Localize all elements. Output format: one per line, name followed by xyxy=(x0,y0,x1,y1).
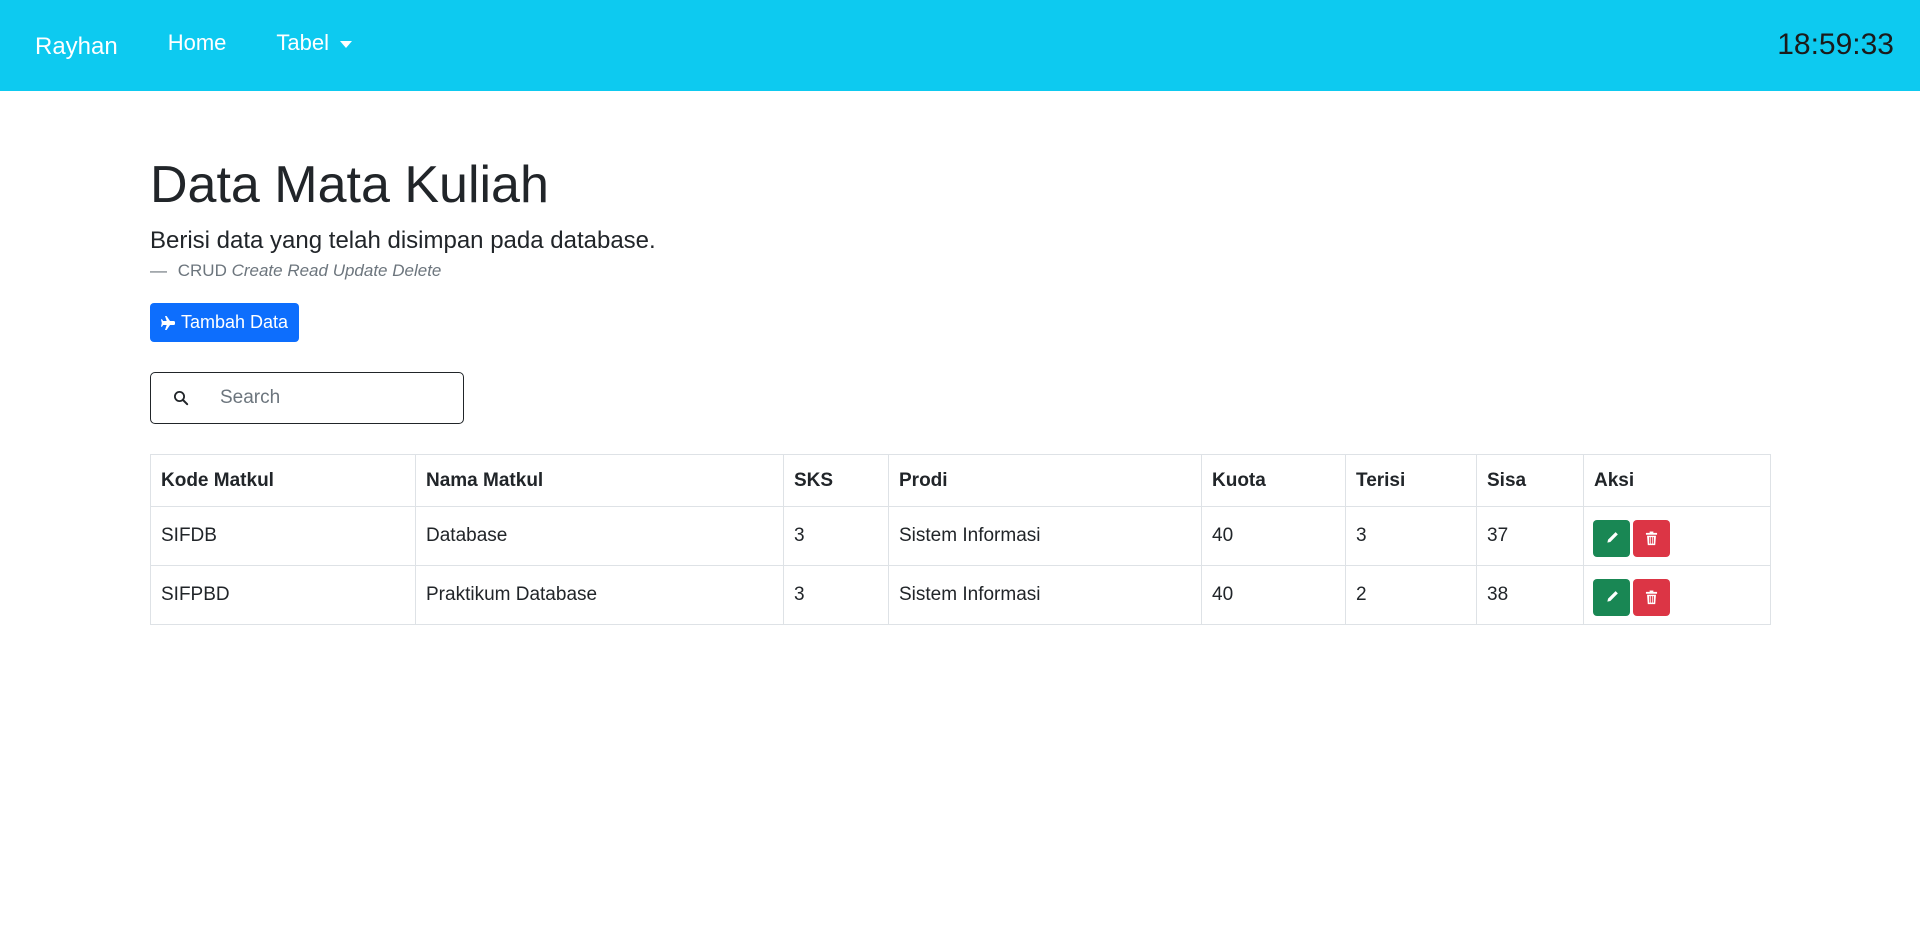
cell-kuota: 40 xyxy=(1201,565,1346,625)
clock: 18:59:33 xyxy=(1777,28,1894,61)
nav-link-home-label: Home xyxy=(167,29,227,55)
nav-dropdown-tabel-label: Tabel xyxy=(276,29,330,55)
column-header-aksi: Aksi xyxy=(1583,454,1771,507)
edit-button[interactable] xyxy=(1593,578,1630,616)
em-dash: — xyxy=(150,261,167,280)
search-icon xyxy=(174,391,189,406)
navbar-brand[interactable]: Rayhan xyxy=(35,33,118,61)
cell-sisa: 38 xyxy=(1476,565,1584,625)
add-data-label: Tambah Data xyxy=(181,312,289,332)
cell-kode: SIFDB xyxy=(150,506,416,566)
column-header-kode: Kode Matkul xyxy=(150,454,416,507)
pencil-icon xyxy=(1606,532,1618,543)
cell-nama: Praktikum Database xyxy=(415,565,784,625)
add-data-button[interactable]: Tambah Data xyxy=(150,303,300,342)
blockquote-footer: — CRUD Create Read Update Delete xyxy=(150,260,1770,282)
column-header-sks: SKS xyxy=(783,454,889,507)
page-lead: Berisi data yang telah disimpan pada dat… xyxy=(150,227,656,254)
cell-kuota: 40 xyxy=(1201,506,1346,566)
cell-sks: 3 xyxy=(783,565,889,625)
cell-terisi: 3 xyxy=(1345,506,1477,566)
caret-down-icon xyxy=(340,40,353,48)
table-header-row: Kode Matkul Nama Matkul SKS Prodi Kuota … xyxy=(150,454,1771,507)
plane-icon xyxy=(161,315,175,330)
cell-prodi: Sistem Informasi xyxy=(888,565,1202,625)
cell-kode: SIFPBD xyxy=(150,565,416,625)
footer-prefix: CRUD xyxy=(177,261,227,280)
cell-sks: 3 xyxy=(783,506,889,566)
table-row: SIFDB Database 3 Sistem Informasi 40 3 3… xyxy=(150,506,1771,566)
cell-aksi xyxy=(1583,565,1771,625)
cell-terisi: 2 xyxy=(1345,565,1477,625)
column-header-prodi: Prodi xyxy=(888,454,1202,507)
column-header-sisa: Sisa xyxy=(1476,454,1584,507)
main-container: Data Mata Kuliah Berisi data yang telah … xyxy=(150,91,1771,625)
nav-dropdown-tabel[interactable]: Tabel xyxy=(276,29,353,56)
cell-prodi: Sistem Informasi xyxy=(888,506,1202,566)
pencil-icon xyxy=(1606,591,1618,602)
search-box xyxy=(150,372,464,424)
navbar: Rayhan Home Tabel 18:59:33 xyxy=(0,0,1920,91)
footer-emphasis: Create Read Update Delete xyxy=(231,261,442,280)
column-header-terisi: Terisi xyxy=(1345,454,1477,507)
column-header-kuota: Kuota xyxy=(1201,454,1346,507)
page-title: Data Mata Kuliah xyxy=(150,156,549,214)
trash-icon xyxy=(1645,590,1658,604)
column-header-nama: Nama Matkul xyxy=(415,454,784,507)
cell-nama: Database xyxy=(415,506,784,566)
delete-button[interactable] xyxy=(1633,519,1670,557)
edit-button[interactable] xyxy=(1593,519,1630,557)
matkul-table: Kode Matkul Nama Matkul SKS Prodi Kuota … xyxy=(150,454,1771,625)
trash-icon xyxy=(1645,531,1658,545)
delete-button[interactable] xyxy=(1633,578,1670,616)
table-row: SIFPBD Praktikum Database 3 Sistem Infor… xyxy=(150,565,1771,625)
search-input[interactable] xyxy=(220,387,450,409)
cell-sisa: 37 xyxy=(1476,506,1584,566)
cell-aksi xyxy=(1583,506,1771,566)
nav-link-home[interactable]: Home xyxy=(168,30,227,56)
add-button-row: Tambah Data xyxy=(150,282,1770,342)
